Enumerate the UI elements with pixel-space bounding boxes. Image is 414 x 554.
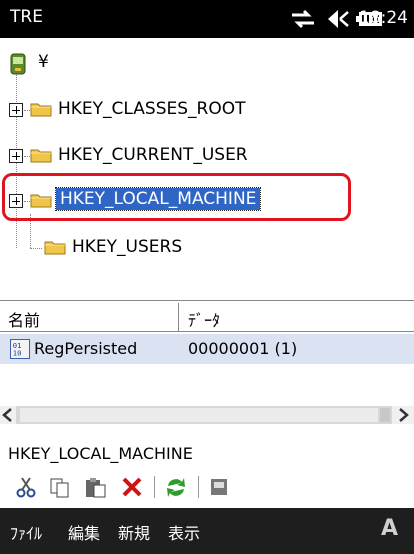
menu-bar: ﾌｧｲﾙ 編集 新規 表示 A — [0, 508, 414, 554]
scroll-right-icon[interactable] — [392, 406, 414, 424]
refresh-icon[interactable] — [164, 476, 188, 498]
registry-value-icon: 01 10 — [10, 339, 30, 359]
highlight-annotation — [2, 173, 351, 221]
input-method-indicator[interactable]: A — [381, 516, 398, 541]
column-header-name[interactable]: 名前 — [8, 307, 40, 331]
menu-edit[interactable]: 編集 — [68, 520, 100, 544]
scroll-thumb[interactable] — [20, 408, 378, 422]
copy-icon[interactable] — [48, 476, 72, 498]
delete-icon[interactable] — [120, 476, 144, 498]
tree-root-label[interactable]: ¥ — [38, 52, 49, 72]
device-icon[interactable] — [10, 53, 26, 75]
toolbar-separator — [198, 476, 199, 498]
app-title[interactable]: TRE — [10, 7, 43, 27]
sync-icon[interactable] — [290, 8, 316, 30]
svg-text:10: 10 — [13, 348, 22, 357]
menu-file[interactable]: ﾌｧｲﾙ — [10, 520, 42, 544]
column-header-data[interactable]: ﾃﾞｰﾀ — [188, 307, 220, 331]
column-divider[interactable] — [178, 303, 179, 331]
expand-icon[interactable] — [9, 103, 23, 117]
registry-tree: ¥ HKEY_CLASSES_ROOT HKEY_CURRENT_USER HK… — [0, 38, 414, 296]
status-bar: TRE 18:24 — [0, 0, 414, 38]
list-row[interactable]: 01 10 RegPersisted 00000001 (1) — [0, 334, 414, 364]
properties-icon[interactable] — [208, 476, 232, 498]
toolbar-separator — [154, 476, 155, 498]
tree-item-label[interactable]: HKEY_CURRENT_USER — [58, 145, 248, 165]
toolbar — [0, 470, 414, 508]
cut-icon[interactable] — [14, 476, 38, 498]
horizontal-scrollbar[interactable] — [0, 406, 414, 424]
clock[interactable]: 18:24 — [359, 8, 408, 28]
folder-icon — [44, 241, 66, 255]
list-header: 名前 ﾃﾞｰﾀ — [0, 300, 414, 332]
tree-item-label[interactable]: HKEY_CLASSES_ROOT — [58, 99, 246, 119]
folder-icon — [30, 149, 52, 163]
scroll-track[interactable] — [380, 408, 390, 422]
scroll-left-icon[interactable] — [0, 406, 16, 424]
tree-item-label[interactable]: HKEY_USERS — [72, 237, 182, 257]
volume-icon[interactable] — [326, 8, 350, 30]
menu-new[interactable]: 新規 — [118, 520, 150, 544]
expand-icon[interactable] — [9, 149, 23, 163]
folder-icon — [30, 103, 52, 117]
tree-connector — [30, 248, 42, 249]
paste-icon[interactable] — [84, 476, 108, 498]
value-data: 00000001 (1) — [188, 339, 298, 358]
menu-view[interactable]: 表示 — [168, 520, 200, 544]
current-key-path: HKEY_LOCAL_MACHINE — [8, 444, 193, 463]
value-name: RegPersisted — [34, 339, 138, 358]
